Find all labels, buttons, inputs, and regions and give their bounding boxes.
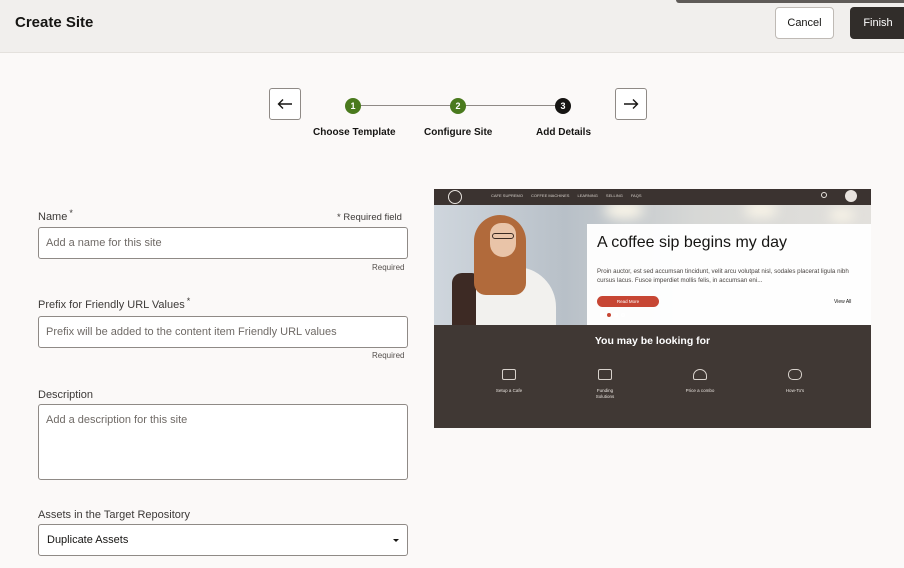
preview-nav-item: Learning [577, 193, 598, 198]
preview-hero-light [604, 205, 644, 219]
food-tray-icon [693, 369, 707, 380]
template-preview: Cafe Supremo Coffee Machines Learning Se… [434, 189, 871, 428]
preview-avatar-icon [845, 190, 857, 202]
carousel-dot [614, 313, 618, 317]
description-label: Description [38, 389, 94, 401]
step-1-indicator[interactable]: 1 [345, 98, 361, 114]
description-placeholder: Add a description for this site [46, 414, 188, 426]
step-1-label: Choose Template [313, 127, 396, 138]
cup-icon [788, 369, 802, 380]
previous-step-button[interactable] [269, 88, 301, 120]
carousel-dot-active [607, 313, 611, 317]
preview-hero-card: A coffee sip begins my day Proin auctor,… [587, 224, 871, 325]
preview-feature: How-To's [765, 369, 825, 394]
preview-view-all-link: View All [834, 299, 852, 305]
assets-select[interactable]: Duplicate Assets [38, 524, 408, 556]
step-3-indicator[interactable]: 3 [555, 98, 571, 114]
name-field[interactable]: Add a name for this site [38, 227, 408, 259]
preview-hero-title: A coffee sip begins my day [597, 234, 788, 251]
preview-hero-light [744, 205, 778, 217]
description-field[interactable]: Add a description for this site [38, 404, 408, 480]
preview-nav-items: Cafe Supremo Coffee Machines Learning Se… [491, 193, 642, 198]
prefix-label: Prefix for Friendly URL Values * [38, 296, 191, 311]
preview-hero-light [829, 209, 855, 221]
chevron-down-icon [393, 538, 399, 542]
page-header: Create Site Cancel Finish [0, 0, 904, 53]
arrow-right-icon [624, 99, 639, 109]
page-title: Create Site [15, 14, 94, 31]
preview-nav-item: Cafe Supremo [491, 193, 524, 198]
prefix-placeholder: Prefix will be added to the content item… [46, 326, 337, 338]
carousel-dot [600, 313, 604, 317]
preview-section-title: You may be looking for [594, 335, 711, 347]
preview-hero-glasses [492, 233, 514, 239]
preview-carousel-dots [600, 313, 625, 317]
preview-nav-item: Selling [605, 193, 623, 198]
step-2-label: Configure Site [424, 127, 493, 138]
carousel-dot [621, 313, 625, 317]
preview-search-icon [821, 192, 827, 198]
required-field-note: * Required field [337, 212, 402, 223]
preview-hero-face [490, 223, 516, 257]
preview-navbar: Cafe Supremo Coffee Machines Learning Se… [434, 189, 871, 205]
preview-feature: Funding Solutions [575, 369, 635, 400]
preview-hero-jacket [452, 273, 476, 325]
preview-nav-item: FAQs [630, 193, 642, 198]
briefcase-icon [502, 369, 516, 380]
arrow-left-icon [277, 99, 292, 109]
prefix-field[interactable]: Prefix will be added to the content item… [38, 316, 408, 348]
preview-nav-item: Coffee Machines [531, 193, 570, 198]
assets-selected-value: Duplicate Assets [47, 534, 129, 546]
preview-hero: A coffee sip begins my day Proin auctor,… [434, 205, 871, 325]
step-3-label: Add Details [536, 127, 592, 138]
name-label: Name * [38, 208, 73, 223]
preview-feature: Setup a Cafe [479, 369, 539, 394]
preview-feature: Price a combo [670, 369, 730, 394]
header-top-accent [676, 0, 904, 3]
cancel-button[interactable]: Cancel [775, 7, 834, 39]
preview-read-more-button: Read More [597, 296, 659, 307]
preview-logo-icon [448, 190, 462, 204]
name-required-hint: Required [372, 263, 405, 272]
name-placeholder: Add a name for this site [46, 237, 162, 249]
finish-button[interactable]: Finish [850, 7, 904, 39]
assets-label: Assets in the Target Repository [38, 509, 191, 521]
next-step-button[interactable] [615, 88, 647, 120]
preview-hero-body: Proin auctor, est sed accumsan tincidunt… [597, 268, 849, 284]
prefix-required-hint: Required [372, 351, 405, 360]
money-icon [598, 369, 612, 380]
step-2-indicator[interactable]: 2 [450, 98, 466, 114]
